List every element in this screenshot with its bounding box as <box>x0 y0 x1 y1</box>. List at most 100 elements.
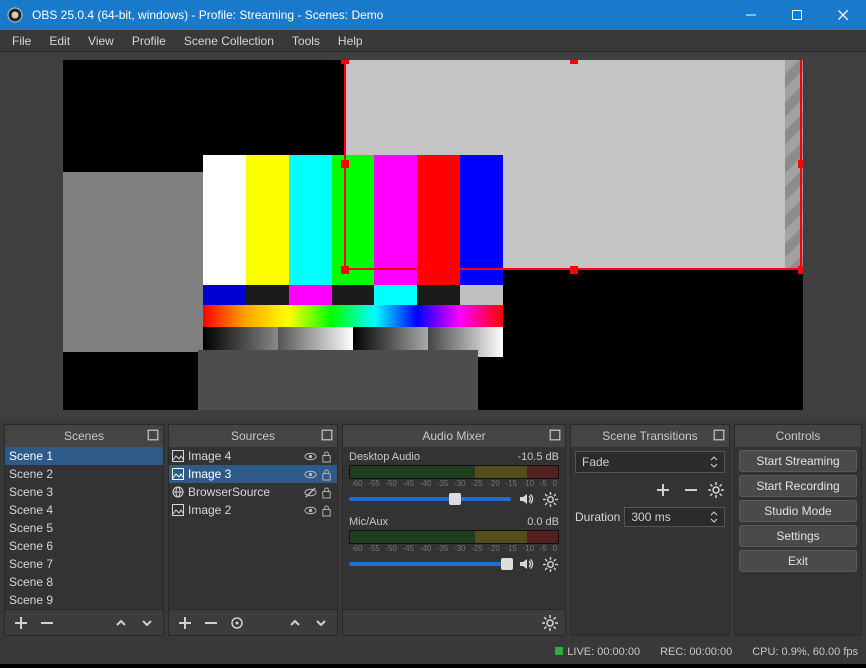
scenes-title: Scenes <box>64 429 104 443</box>
selection-box[interactable] <box>344 60 802 270</box>
source-item[interactable]: BrowserSource <box>169 483 337 501</box>
add-transition-button[interactable] <box>651 479 675 501</box>
scenes-list[interactable]: Scene 1Scene 2Scene 3Scene 4Scene 5Scene… <box>5 447 163 609</box>
remove-scene-button[interactable] <box>35 612 59 634</box>
selection-handle-tm[interactable] <box>570 60 578 64</box>
remove-transition-button[interactable] <box>679 479 703 501</box>
popout-icon[interactable] <box>713 429 725 441</box>
volume-slider[interactable] <box>349 562 511 566</box>
menu-profile[interactable]: Profile <box>124 32 174 50</box>
slider-thumb[interactable] <box>449 493 461 505</box>
menu-help[interactable]: Help <box>330 32 371 50</box>
selection-handle-br[interactable] <box>798 266 803 274</box>
scene-item[interactable]: Scene 3 <box>5 483 163 501</box>
sources-list[interactable]: Image 4Image 3BrowserSourceImage 2 <box>169 447 337 609</box>
close-button[interactable] <box>820 0 866 30</box>
visibility-off-icon[interactable] <box>304 486 318 499</box>
scene-item[interactable]: Scene 9 <box>5 591 163 609</box>
transition-settings-button[interactable] <box>707 481 725 499</box>
slider-thumb[interactable] <box>501 558 513 570</box>
source-properties-button[interactable] <box>225 612 249 634</box>
visibility-on-icon[interactable] <box>304 450 318 463</box>
selection-handle-ml[interactable] <box>341 160 349 168</box>
image-icon <box>171 503 185 517</box>
mixer-header[interactable]: Audio Mixer <box>343 425 565 447</box>
lock-icon[interactable] <box>321 504 335 517</box>
channel-settings-button[interactable] <box>541 555 559 573</box>
mute-button[interactable] <box>517 555 535 573</box>
selection-handle-tl[interactable] <box>341 60 349 64</box>
remove-source-button[interactable] <box>199 612 223 634</box>
scene-item[interactable]: Scene 6 <box>5 537 163 555</box>
scene-item[interactable]: Scene 1 <box>5 447 163 465</box>
studio-mode-button[interactable]: Studio Mode <box>739 500 857 522</box>
controls-title: Controls <box>776 429 821 443</box>
visibility-on-icon[interactable] <box>304 468 318 481</box>
preview-area[interactable] <box>0 52 866 420</box>
source-item[interactable]: Image 3 <box>169 465 337 483</box>
scene-item[interactable]: Scene 8 <box>5 573 163 591</box>
meter-ticks: -60-55-50-45-40-35-30-25-20-15-10-50 <box>349 544 559 553</box>
live-indicator-icon <box>555 647 563 655</box>
globe-icon <box>171 485 185 499</box>
add-scene-button[interactable] <box>9 612 33 634</box>
scene-down-button[interactable] <box>135 612 159 634</box>
selection-handle-bl[interactable] <box>341 266 349 274</box>
menu-edit[interactable]: Edit <box>41 32 78 50</box>
settings-button[interactable]: Settings <box>739 525 857 547</box>
status-rec: REC: 00:00:00 <box>660 646 732 658</box>
preview-canvas[interactable] <box>63 60 803 410</box>
menu-view[interactable]: View <box>80 32 122 50</box>
lock-icon[interactable] <box>321 468 335 481</box>
scene-item[interactable]: Scene 2 <box>5 465 163 483</box>
visibility-on-icon[interactable] <box>304 504 318 517</box>
lock-icon[interactable] <box>321 450 335 463</box>
mute-button[interactable] <box>517 490 535 508</box>
menu-file[interactable]: File <box>4 32 39 50</box>
volume-slider[interactable] <box>349 497 511 501</box>
channel-settings-button[interactable] <box>541 490 559 508</box>
channel-level: -10.5 dB <box>517 451 559 463</box>
audio-mixer-dock: Audio Mixer Desktop Audio-10.5 dB-60-55-… <box>342 424 566 636</box>
source-item[interactable]: Image 4 <box>169 447 337 465</box>
start-recording-button[interactable]: Start Recording <box>739 475 857 497</box>
minimize-button[interactable] <box>728 0 774 30</box>
popout-icon[interactable] <box>321 429 333 441</box>
add-source-button[interactable] <box>173 612 197 634</box>
transitions-dock: Scene Transitions Fade Duration 300 ms <box>570 424 730 636</box>
channel-level: 0.0 dB <box>527 516 559 528</box>
mixer-body: Desktop Audio-10.5 dB-60-55-50-45-40-35-… <box>343 447 565 609</box>
scene-up-button[interactable] <box>109 612 133 634</box>
lock-icon[interactable] <box>321 486 335 499</box>
scene-item[interactable]: Scene 4 <box>5 501 163 519</box>
source-shadow-rect <box>198 350 478 410</box>
transitions-header[interactable]: Scene Transitions <box>571 425 729 447</box>
controls-dock: Controls Start Streaming Start Recording S… <box>734 424 862 636</box>
selection-handle-mr[interactable] <box>798 160 803 168</box>
popout-icon[interactable] <box>549 429 561 441</box>
app-icon <box>0 7 30 23</box>
sources-header[interactable]: Sources <box>169 425 337 447</box>
duration-input[interactable]: 300 ms <box>624 507 725 527</box>
maximize-button[interactable] <box>774 0 820 30</box>
mixer-settings-button[interactable] <box>539 612 561 634</box>
menu-bar: FileEditViewProfileScene CollectionTools… <box>0 30 866 52</box>
scene-item[interactable]: Scene 7 <box>5 555 163 573</box>
channel-name: Mic/Aux <box>349 516 388 528</box>
popout-icon[interactable] <box>147 429 159 441</box>
scenes-header[interactable]: Scenes <box>5 425 163 447</box>
source-up-button[interactable] <box>283 612 307 634</box>
volume-meter <box>349 530 559 544</box>
menu-tools[interactable]: Tools <box>284 32 328 50</box>
selection-handle-bm[interactable] <box>570 266 578 274</box>
start-streaming-button[interactable]: Start Streaming <box>739 450 857 472</box>
source-item[interactable]: Image 2 <box>169 501 337 519</box>
source-down-button[interactable] <box>309 612 333 634</box>
controls-header[interactable]: Controls <box>735 425 861 447</box>
exit-button[interactable]: Exit <box>739 550 857 572</box>
scene-item[interactable]: Scene 5 <box>5 519 163 537</box>
transition-current: Fade <box>582 455 609 469</box>
volume-meter <box>349 465 559 479</box>
menu-scene-collection[interactable]: Scene Collection <box>176 32 282 50</box>
transition-select[interactable]: Fade <box>575 451 725 473</box>
